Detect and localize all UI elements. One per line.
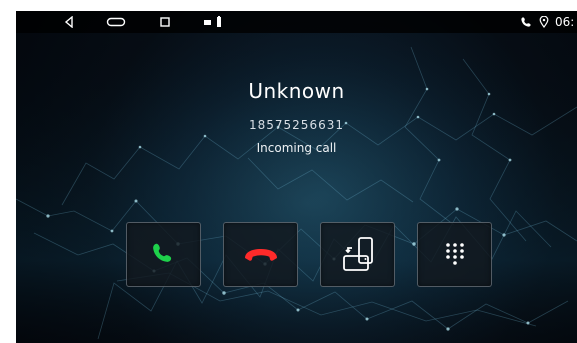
keypad-button[interactable] <box>417 222 492 287</box>
phone-answer-icon <box>152 243 171 262</box>
switch-device-button[interactable] <box>320 222 395 287</box>
clock: 06: <box>555 15 575 29</box>
home-icon[interactable] <box>105 14 127 30</box>
phone-hangup-icon <box>244 248 277 261</box>
decline-call-button[interactable] <box>223 222 298 287</box>
network-background <box>16 11 577 343</box>
back-icon[interactable] <box>60 14 78 30</box>
location-icon <box>539 14 549 30</box>
call-status: Incoming call <box>256 141 337 155</box>
dialpad-icon <box>445 242 464 265</box>
switch-device-icon <box>342 236 373 271</box>
caller-name: Unknown <box>248 79 345 103</box>
status-bar: 06: <box>16 11 577 33</box>
call-screen: 06: Unknown 18575256631 Incoming call <box>16 11 577 343</box>
media-icon <box>202 14 212 30</box>
recents-icon[interactable] <box>157 14 173 30</box>
battery-icon <box>214 14 224 30</box>
phone-icon <box>520 14 532 30</box>
answer-call-button[interactable] <box>126 222 201 287</box>
caller-number: 18575256631 <box>249 118 344 132</box>
